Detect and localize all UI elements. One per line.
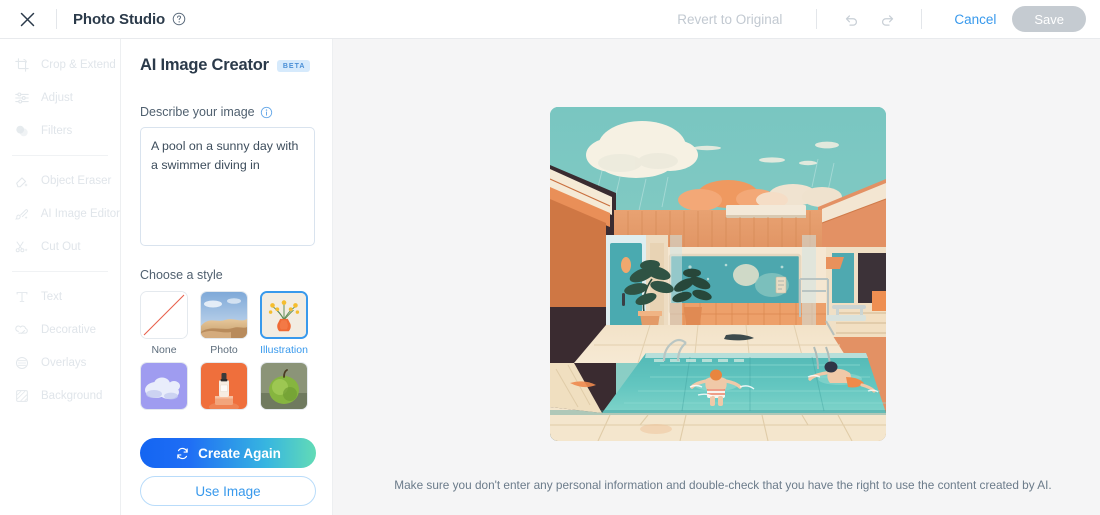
style-thumbnail-none bbox=[140, 291, 188, 339]
cancel-button[interactable]: Cancel bbox=[938, 12, 1012, 27]
style-thumbnail-painting bbox=[260, 362, 308, 410]
style-option-3d-clouds[interactable] bbox=[140, 362, 188, 415]
sidebar-item-label: Background bbox=[41, 389, 103, 402]
style-option-illustration[interactable]: Illustration bbox=[260, 291, 308, 356]
decorative-shape-icon bbox=[13, 321, 31, 339]
sidebar-item-object-eraser[interactable]: Object Eraser bbox=[0, 164, 120, 197]
revert-to-original-button[interactable]: Revert to Original bbox=[677, 12, 800, 27]
sidebar-divider-1 bbox=[12, 155, 108, 156]
sidebar-item-label: Filters bbox=[41, 124, 73, 137]
sidebar-item-label: Adjust bbox=[41, 91, 73, 104]
app-title: Photo Studio bbox=[73, 10, 166, 28]
panel-actions: Create Again Use Image bbox=[140, 438, 316, 506]
undo-arrow-icon[interactable] bbox=[836, 5, 866, 33]
sidebar-item-crop-extend[interactable]: Crop & Extend bbox=[0, 48, 120, 81]
eraser-sparkle-icon bbox=[13, 172, 31, 190]
styles-label: Choose a style bbox=[140, 268, 223, 282]
sidebar-item-cut-out[interactable]: Cut Out bbox=[0, 230, 120, 263]
style-thumbnail-illustration bbox=[260, 291, 308, 339]
sidebar-item-background[interactable]: Background bbox=[0, 379, 120, 412]
toolbar-divider-3 bbox=[921, 9, 923, 29]
sidebar-item-filters[interactable]: Filters bbox=[0, 114, 120, 147]
tools-sidebar: Crop & Extend Adjust Filters Object Eras… bbox=[0, 39, 121, 515]
prompt-input[interactable] bbox=[140, 127, 315, 246]
panel-header: AI Image Creator BETA bbox=[140, 56, 313, 75]
background-hatch-icon bbox=[13, 387, 31, 405]
canvas-area: Make sure you don't enter any personal i… bbox=[333, 39, 1100, 515]
overlays-circle-icon bbox=[13, 354, 31, 372]
sliders-icon bbox=[13, 89, 31, 107]
text-t-icon bbox=[13, 288, 31, 306]
sidebar-item-ai-image-editor[interactable]: AI Image Editor bbox=[0, 197, 120, 230]
sidebar-item-label: Overlays bbox=[41, 356, 87, 369]
style-thumbnail-3d-clouds bbox=[140, 362, 188, 410]
status-badge: BETA bbox=[276, 59, 311, 72]
sidebar-item-text[interactable]: Text bbox=[0, 280, 120, 313]
ai-disclaimer: Make sure you don't enter any personal i… bbox=[394, 478, 1052, 492]
style-label: None bbox=[151, 344, 177, 356]
style-thumbnail-product bbox=[200, 362, 248, 410]
prompt-label: Describe your image bbox=[140, 105, 255, 119]
main-area: Crop & Extend Adjust Filters Object Eras… bbox=[0, 39, 1100, 515]
sidebar-item-label: Decorative bbox=[41, 323, 96, 336]
style-option-photo[interactable]: Photo bbox=[200, 291, 248, 356]
style-label: Photo bbox=[210, 344, 238, 356]
sidebar-item-label: Text bbox=[41, 290, 63, 303]
ai-image-creator-panel: AI Image Creator BETA Describe your imag… bbox=[121, 39, 333, 515]
filters-circles-icon bbox=[13, 122, 31, 140]
scissors-sparkle-icon bbox=[13, 238, 31, 256]
sidebar-divider-2 bbox=[12, 271, 108, 272]
top-toolbar: Photo Studio Revert to Original Cancel S… bbox=[0, 0, 1100, 39]
sidebar-item-label: Object Eraser bbox=[41, 174, 112, 187]
style-thumbnail-photo bbox=[200, 291, 248, 339]
generated-image[interactable] bbox=[550, 107, 886, 441]
style-option-none[interactable]: None bbox=[140, 291, 188, 356]
use-image-button[interactable]: Use Image bbox=[140, 476, 316, 506]
sidebar-item-adjust[interactable]: Adjust bbox=[0, 81, 120, 114]
sidebar-item-label: Cut Out bbox=[41, 240, 81, 253]
info-icon[interactable] bbox=[260, 106, 273, 119]
toolbar-divider bbox=[56, 9, 57, 29]
redo-arrow-icon[interactable] bbox=[872, 5, 902, 33]
help-circle-icon[interactable] bbox=[172, 12, 186, 26]
style-picker: None Photo Illustration bbox=[140, 291, 313, 415]
toolbar-divider-2 bbox=[816, 9, 818, 29]
toolbar-right-group: Revert to Original Cancel Save bbox=[677, 5, 1086, 33]
style-label: Illustration bbox=[260, 344, 308, 356]
close-icon[interactable] bbox=[14, 6, 40, 32]
brush-sparkle-icon bbox=[13, 205, 31, 223]
sidebar-item-label: AI Image Editor bbox=[40, 207, 120, 220]
sidebar-item-decorative[interactable]: Decorative bbox=[0, 313, 120, 346]
sidebar-item-label: Crop & Extend bbox=[41, 58, 116, 71]
crop-icon bbox=[13, 56, 31, 74]
page-title: AI Image Creator bbox=[140, 56, 269, 74]
style-option-painting[interactable] bbox=[260, 362, 308, 415]
photo-studio-app: Photo Studio Revert to Original Cancel S… bbox=[0, 0, 1100, 515]
sidebar-item-overlays[interactable]: Overlays bbox=[0, 346, 120, 379]
prompt-label-row: Describe your image bbox=[140, 105, 313, 119]
refresh-icon bbox=[175, 446, 190, 461]
save-button[interactable]: Save bbox=[1012, 6, 1086, 32]
style-option-product[interactable] bbox=[200, 362, 248, 415]
create-again-label: Create Again bbox=[198, 445, 281, 461]
create-again-button[interactable]: Create Again bbox=[140, 438, 316, 468]
